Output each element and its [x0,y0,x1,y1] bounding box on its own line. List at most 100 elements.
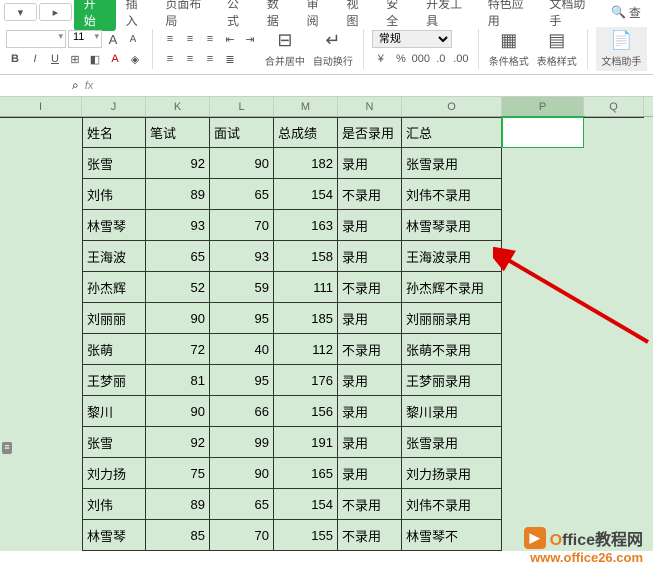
header-interview[interactable]: 面试 [210,117,274,148]
cell-hired[interactable]: 不录用 [338,520,402,551]
cell-interview[interactable]: 59 [210,272,274,303]
cell-name[interactable]: 刘力扬 [82,458,146,489]
cell-hired[interactable]: 录用 [338,303,402,334]
border-button[interactable]: ⊞ [66,50,84,68]
cell-summary[interactable]: 张萌不录用 [402,334,502,365]
blank-cell[interactable] [502,303,584,334]
blank-cell[interactable] [0,458,82,489]
blank-cell[interactable] [0,427,82,458]
font-decrease-button[interactable]: A [124,30,142,48]
cell-written[interactable]: 89 [146,179,210,210]
blank-cell[interactable] [0,272,82,303]
font-size-select[interactable]: 11 [68,30,102,48]
font-family-select[interactable] [6,30,66,48]
active-cell[interactable] [502,117,584,148]
blank-cell[interactable] [584,117,644,148]
cell-summary[interactable]: 黎川录用 [402,396,502,427]
cell-interview[interactable]: 90 [210,148,274,179]
cell-total[interactable]: 155 [274,520,338,551]
cell-total[interactable]: 156 [274,396,338,427]
blank-cell[interactable] [584,489,644,520]
header-written[interactable]: 笔试 [146,117,210,148]
fill-color-button[interactable]: ◧ [86,50,104,68]
tab-search[interactable]: 🔍查 [603,1,649,24]
cell-interview[interactable]: 70 [210,520,274,551]
blank-cell[interactable] [502,179,584,210]
tab-formula[interactable]: 公式 [219,0,257,32]
blank-cell[interactable] [584,303,644,334]
blank-cell[interactable] [0,117,82,148]
cell-hired[interactable]: 录用 [338,210,402,241]
spreadsheet-grid[interactable]: I J K L M N O P Q 姓名 笔试 面试 总成绩 是否录用 汇总 张… [0,97,653,551]
blank-cell[interactable] [584,241,644,272]
cell-hired[interactable]: 录用 [338,458,402,489]
fx-label[interactable]: fx [85,80,94,92]
cell-hired[interactable]: 不录用 [338,334,402,365]
cell-summary[interactable]: 刘力扬录用 [402,458,502,489]
col-header-M[interactable]: M [274,97,338,116]
cell-written[interactable]: 52 [146,272,210,303]
tab-security[interactable]: 安全 [378,0,416,32]
cell-name[interactable]: 林雪琴 [82,520,146,551]
number-format-select[interactable]: 常规 [372,30,452,48]
col-header-J[interactable]: J [82,97,146,116]
cell-written[interactable]: 92 [146,148,210,179]
cell-name[interactable]: 刘伟 [82,489,146,520]
blank-cell[interactable] [502,396,584,427]
fx-icon[interactable]: ⌕ [72,78,79,93]
font-color-button[interactable]: A [106,50,124,68]
more-font-button[interactable]: ◈ [126,50,144,68]
cell-interview[interactable]: 66 [210,396,274,427]
cell-written[interactable]: 72 [146,334,210,365]
cell-total[interactable]: 176 [274,365,338,396]
scroll-handle[interactable]: ≡ [2,442,12,454]
cell-total[interactable]: 154 [274,179,338,210]
col-header-I[interactable]: I [0,97,82,116]
blank-cell[interactable] [584,365,644,396]
tab-dev[interactable]: 开发工具 [418,0,478,32]
cell-written[interactable]: 75 [146,458,210,489]
decimal-decrease-button[interactable]: .00 [452,50,470,68]
merge-center-button[interactable]: ⊟ 合并居中 [263,27,307,71]
cell-name[interactable]: 张雪 [82,148,146,179]
table-style-button[interactable]: ▤ 表格样式 [535,27,579,71]
cell-summary[interactable]: 刘伟不录用 [402,179,502,210]
cell-summary[interactable]: 张雪录用 [402,427,502,458]
blank-cell[interactable] [0,179,82,210]
cell-hired[interactable]: 录用 [338,396,402,427]
blank-cell[interactable] [584,148,644,179]
cell-total[interactable]: 163 [274,210,338,241]
cell-summary[interactable]: 刘伟不录用 [402,489,502,520]
cell-written[interactable]: 93 [146,210,210,241]
doc-helper-button[interactable]: 📄 文档助手 [596,27,647,71]
wrap-text-button[interactable]: ↵ 自动换行 [311,27,355,71]
percent-button[interactable]: % [392,50,410,68]
cell-total[interactable]: 182 [274,148,338,179]
decimal-increase-button[interactable]: .0 [432,50,450,68]
cell-interview[interactable]: 70 [210,210,274,241]
cell-written[interactable]: 89 [146,489,210,520]
blank-cell[interactable] [502,210,584,241]
blank-cell[interactable] [502,458,584,489]
blank-cell[interactable] [584,210,644,241]
blank-cell[interactable] [0,396,82,427]
header-total[interactable]: 总成绩 [274,117,338,148]
tab-start[interactable]: 开始 [74,0,116,31]
cell-written[interactable]: 90 [146,396,210,427]
cell-written[interactable]: 85 [146,520,210,551]
tab-insert[interactable]: 插入 [118,0,156,32]
col-header-O[interactable]: O [402,97,502,116]
cell-interview[interactable]: 99 [210,427,274,458]
blank-cell[interactable] [0,520,82,551]
col-header-P[interactable]: P [502,97,584,116]
blank-cell[interactable] [0,334,82,365]
blank-cell[interactable] [584,334,644,365]
header-name[interactable]: 姓名 [82,117,146,148]
cell-name[interactable]: 张萌 [82,334,146,365]
blank-cell[interactable] [502,272,584,303]
justify-button[interactable]: ≣ [221,50,239,68]
header-hired[interactable]: 是否录用 [338,117,402,148]
cell-hired[interactable]: 录用 [338,241,402,272]
col-header-Q[interactable]: Q [584,97,644,116]
dropdown-button[interactable]: ▾ [4,3,37,21]
